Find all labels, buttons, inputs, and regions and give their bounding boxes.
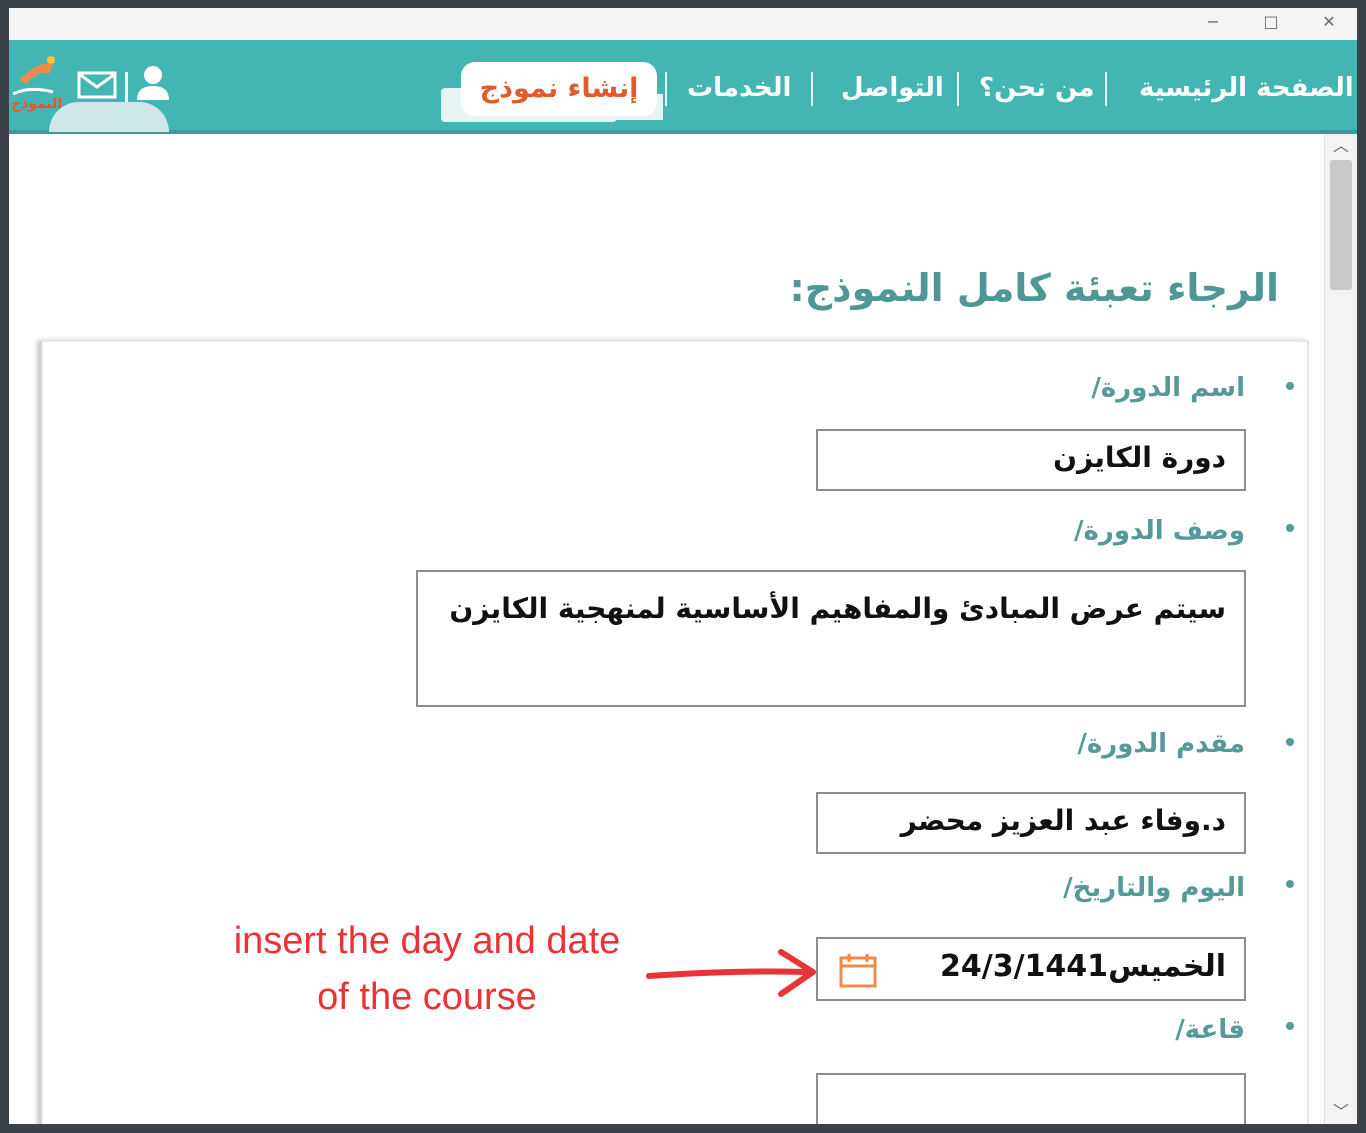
field-bullet xyxy=(1286,524,1294,532)
nav-divider xyxy=(1105,72,1107,106)
nav-item-contact[interactable]: التواصل xyxy=(841,68,944,108)
minimize-button[interactable]: − xyxy=(1191,10,1235,36)
mail-icon[interactable] xyxy=(77,70,117,100)
nav-divider xyxy=(665,72,667,106)
course-presenter-value: د.وفاء عبد العزيز محضر xyxy=(900,804,1226,837)
course-name-input[interactable]: دورة الكايزن xyxy=(816,429,1246,491)
create-form-button[interactable]: إنشاء نموذج xyxy=(461,62,657,116)
nav-item-home[interactable]: الصفحة الرئيسية xyxy=(1139,68,1354,108)
nav-item-services[interactable]: الخدمات xyxy=(687,68,791,108)
course-description-label: وصف الدورة/ xyxy=(1074,516,1245,546)
field-bullet xyxy=(1286,1022,1294,1030)
course-name-value: دورة الكايزن xyxy=(1053,441,1226,474)
site-logo[interactable]: النموذج xyxy=(9,50,69,120)
scroll-down-button[interactable]: ﹀ xyxy=(1325,1100,1357,1124)
user-icon[interactable] xyxy=(135,64,171,102)
day-date-input[interactable]: الخميس24/3/1441 xyxy=(816,937,1246,1001)
course-name-label: اسم الدورة/ xyxy=(1091,373,1245,403)
close-button[interactable]: ✕ xyxy=(1307,10,1351,36)
nav-item-about[interactable]: من نحن؟ xyxy=(979,68,1095,108)
app-window: − □ ✕ النموذج إنشاء نموذج الخدمات التواص… xyxy=(9,8,1357,1124)
annotation-line-1: insert the day and date xyxy=(233,920,621,962)
field-bullet xyxy=(1286,382,1294,390)
annotation-line-2: of the course xyxy=(317,976,537,1018)
scroll-up-button[interactable]: ︿ xyxy=(1325,134,1357,158)
top-navbar: النموذج إنشاء نموذج الخدمات التواصل من ن… xyxy=(9,40,1357,134)
page-title: الرجاء تعبئة كامل النموذج: xyxy=(789,266,1280,310)
nav-divider xyxy=(811,72,813,106)
day-date-value: الخميس24/3/1441 xyxy=(940,949,1226,984)
hall-label: قاعة/ xyxy=(1175,1015,1245,1045)
course-presenter-input[interactable]: د.وفاء عبد العزيز محضر xyxy=(816,792,1246,854)
create-form-label: إنشاء نموذج xyxy=(479,73,639,104)
scroll-thumb[interactable] xyxy=(1330,160,1352,290)
maximize-button[interactable]: □ xyxy=(1249,10,1293,36)
hall-input[interactable] xyxy=(816,1073,1246,1124)
nav-divider xyxy=(957,72,959,106)
course-description-textarea[interactable]: سيتم عرض المبادئ والمفاهيم الأساسية لمنه… xyxy=(416,570,1246,707)
day-date-label: اليوم والتاريخ/ xyxy=(1063,873,1245,903)
title-bar: − □ ✕ xyxy=(9,8,1357,40)
field-bullet xyxy=(1286,738,1294,746)
icon-divider xyxy=(125,72,128,102)
course-presenter-label: مقدم الدورة/ xyxy=(1077,729,1245,759)
annotation-arrow-icon xyxy=(646,949,816,997)
annotation-callout: insert the day and date of the course xyxy=(201,913,653,1025)
calendar-icon[interactable] xyxy=(838,953,878,989)
logo-wordmark: النموذج xyxy=(11,96,62,112)
field-bullet xyxy=(1286,880,1294,888)
vertical-scrollbar[interactable]: ︿ ﹀ xyxy=(1324,134,1357,1124)
course-description-value: سيتم عرض المبادئ والمفاهيم الأساسية لمنه… xyxy=(449,592,1226,625)
